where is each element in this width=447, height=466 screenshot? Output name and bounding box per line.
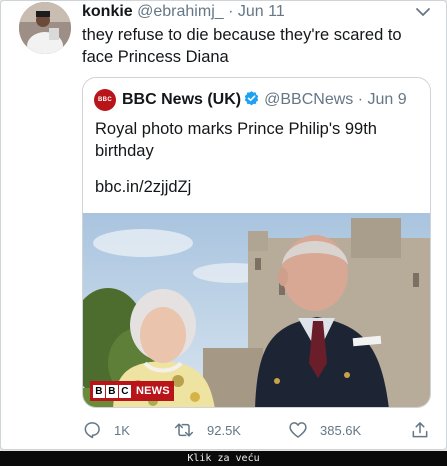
quoted-header: BBC News (UK) @BBCNews · Jun 9: [122, 90, 407, 109]
reply-count: 1K: [114, 422, 130, 438]
quoted-text: Royal photo marks Prince Philip's 99th b…: [95, 120, 377, 160]
share-upload-icon: [412, 422, 428, 438]
verified-badge-icon: [244, 91, 259, 106]
tweet-actions: 1K 92.5K 385.6K: [1, 420, 447, 442]
quoted-author-handle: @BBCNews: [264, 91, 354, 108]
tweet-card[interactable]: konkie @ebrahimj_ · Jun 11 they refuse t…: [0, 0, 447, 450]
bbc-letter-b2: B: [106, 384, 118, 398]
quoted-tweet[interactable]: BBC NEWS BBC News (UK) @BBCNews · Jun 9 …: [82, 77, 431, 408]
separator-dot: ·: [228, 3, 234, 20]
chevron-down-icon[interactable]: [414, 5, 432, 19]
tweet-text: they refuse to die because they're scare…: [82, 26, 402, 66]
author-avatar[interactable]: [19, 2, 71, 54]
bbc-news-logo[interactable]: BBC NEWS: [94, 89, 116, 125]
author-name[interactable]: konkie: [82, 3, 133, 20]
quoted-author-name: BBC News (UK): [122, 91, 242, 108]
tweet-date[interactable]: Jun 11: [238, 3, 285, 20]
retweet-arrows-icon: [174, 423, 194, 437]
bbc-letter-b1: B: [93, 384, 105, 398]
enlarge-caption[interactable]: Klik za veću: [0, 451, 447, 466]
like-button[interactable]: 385.6K: [288, 420, 361, 440]
speech-bubble-icon: [84, 422, 100, 439]
bbc-news-watermark: B B C NEWS: [90, 381, 174, 401]
royal-photo[interactable]: [83, 213, 431, 408]
tweet-header: konkie @ebrahimj_ · Jun 11: [82, 3, 285, 21]
share-button[interactable]: [410, 420, 442, 440]
avatar-image: [19, 2, 71, 54]
heart-icon: [289, 422, 307, 438]
quoted-link: bbc.in/2zjjdZj: [95, 178, 192, 196]
bbc-news-label: NEWS: [136, 385, 170, 397]
author-handle[interactable]: @ebrahimj_: [137, 3, 224, 20]
retweet-count: 92.5K: [207, 422, 241, 438]
quoted-date: Jun 9: [367, 91, 407, 108]
retweet-button[interactable]: 92.5K: [173, 420, 241, 440]
quoted-separator-dot: ·: [357, 91, 364, 108]
reply-button[interactable]: 1K: [82, 420, 130, 440]
like-count: 385.6K: [320, 422, 362, 438]
bbc-letter-c: C: [119, 384, 131, 398]
